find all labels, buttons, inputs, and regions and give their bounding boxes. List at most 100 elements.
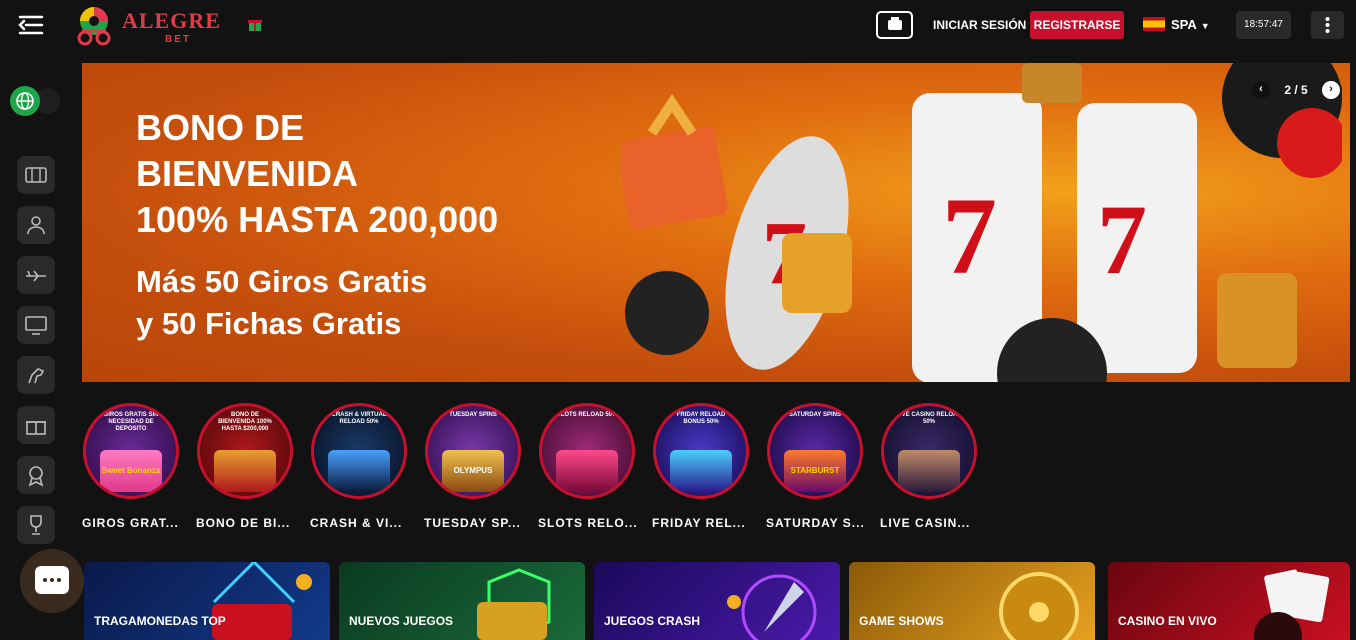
gift-icon[interactable] (247, 16, 263, 32)
sidebar-item-live-casino[interactable] (17, 206, 55, 244)
pager-label: 2 / 5 (1284, 83, 1308, 97)
promo-image: SLOTS RELOAD 50% (539, 403, 635, 499)
promo-label: SLOTS RELO... (538, 516, 638, 530)
logo[interactable]: ALEGRE BET (72, 5, 232, 47)
sidebar-item-horses[interactable] (17, 356, 55, 394)
promo-art (328, 450, 390, 492)
promo-tag: LIVE CASINO RELOAD 50% (896, 412, 962, 425)
promo-image: CRASH & VIRTUAL RELOAD 50% (311, 403, 407, 499)
airplane-icon (26, 270, 46, 282)
register-button[interactable]: REGISTRARSE (1030, 11, 1124, 39)
gift-icon (26, 421, 46, 435)
category-card-new[interactable]: NUEVOS JUEGOS (339, 562, 585, 640)
logo-icon (77, 7, 111, 46)
wallet-icon (888, 17, 902, 30)
chat-button[interactable] (20, 549, 84, 613)
wheel-icon (999, 572, 1079, 640)
banner-title: BONO DE BIENVENIDA 100% HASTA 200,000 (136, 107, 499, 240)
category-label: GAME SHOWS (859, 614, 944, 628)
globe-icon[interactable] (10, 86, 40, 116)
promo-label: FRIDAY REL... (652, 516, 746, 530)
sidebar-item-promotions[interactable] (17, 406, 55, 444)
menu-icon[interactable] (18, 13, 46, 37)
slot-reels-icon (212, 562, 312, 640)
tv-icon (25, 316, 47, 335)
top-bar: ALEGRE BET INICIAR SESIÓN REGISTRARSE SP… (0, 0, 1356, 50)
slot-machine-illustration: 7 7 7 (622, 63, 1342, 382)
promo-item[interactable]: FRIDAY RELOAD BONUS 50% FRIDAY REL... (652, 403, 750, 530)
sidebar-item-slots[interactable] (17, 156, 55, 194)
promo-image: SATURDAY SPINS STARBURST (767, 403, 863, 499)
sidebar-item-crash[interactable] (17, 256, 55, 294)
promo-tag: SLOTS RELOAD 50% (556, 412, 618, 418)
sidebar-item-loyalty[interactable] (17, 456, 55, 494)
sidebar-item-tournaments[interactable] (17, 506, 55, 544)
promo-image: BONO DE BIENVENIDA 100% HASTA $200,000 (197, 403, 293, 499)
category-card-crash[interactable]: JUEGOS CRASH (594, 562, 840, 640)
language-label: SPA (1171, 17, 1197, 32)
promo-item[interactable]: BONO DE BIENVENIDA 100% HASTA $200,000 B… (196, 403, 294, 530)
promo-tag: CRASH & VIRTUAL RELOAD 50% (331, 412, 387, 425)
rocket-icon (727, 574, 817, 640)
trophy-icon (30, 515, 42, 535)
promo-art (214, 450, 276, 492)
clock: 18:57:47 (1236, 11, 1291, 39)
promo-art: Sweet Bonanza 1000 (100, 450, 162, 492)
category-label: TRAGAMONEDAS TOP (94, 614, 226, 628)
horse-icon (28, 368, 45, 384)
promo-art: STARBURST (784, 450, 846, 492)
category-card-live-casino[interactable]: CASINO EN VIVO (1108, 562, 1350, 640)
promo-label: BONO DE BI... (196, 516, 291, 530)
badge-icon (28, 466, 44, 487)
playing-cards-icon (1254, 569, 1330, 640)
chevron-down-icon: ▼ (1200, 21, 1210, 31)
promo-label: TUESDAY SP... (424, 516, 521, 530)
category-card-slots[interactable]: TRAGAMONEDAS TOP (84, 562, 330, 640)
slot-machine-icon (477, 568, 551, 640)
promo-art (670, 450, 732, 492)
svg-text:7: 7 (1097, 184, 1147, 295)
promo-art: OLYMPUS (442, 450, 504, 492)
language-selector[interactable]: SPA ▼ (1143, 11, 1210, 39)
more-options-button[interactable] (1311, 11, 1344, 39)
promo-item[interactable]: SATURDAY SPINS STARBURST SATURDAY S... (766, 403, 864, 530)
promo-banner[interactable]: BONO DE BIENVENIDA 100% HASTA 200,000 Má… (82, 63, 1350, 382)
logo-sub: BET (165, 34, 191, 45)
promo-image: TUESDAY SPINS OLYMPUS (425, 403, 521, 499)
promo-tag: SATURDAY SPINS (789, 412, 841, 418)
promo-image: LIVE CASINO RELOAD 50% (881, 403, 977, 499)
category-label: JUEGOS CRASH (604, 614, 701, 628)
banner-subtitle: Más 50 Giros Gratis y 50 Fichas Gratis (136, 264, 428, 341)
promo-item[interactable]: SLOTS RELOAD 50% SLOTS RELO... (538, 403, 638, 530)
category-card-game-shows[interactable]: GAME SHOWS (849, 562, 1095, 640)
promo-tag: BONO DE BIENVENIDA 100% HASTA $200,000 (218, 412, 272, 432)
promo-item[interactable]: TUESDAY SPINS OLYMPUS TUESDAY SP... (424, 403, 522, 530)
next-arrow-icon[interactable]: › (1322, 81, 1340, 99)
promo-label: LIVE CASIN... (880, 516, 971, 530)
promo-label: GIROS GRAT... (82, 516, 179, 530)
svg-text:7: 7 (942, 175, 997, 297)
promo-tag: TUESDAY SPINS (449, 412, 497, 418)
chat-icon (35, 566, 69, 594)
category-label: CASINO EN VIVO (1118, 614, 1217, 628)
promo-art (898, 450, 960, 492)
spain-flag-icon (1143, 17, 1165, 31)
promo-label: CRASH & VI... (310, 516, 403, 530)
dealer-icon (27, 216, 45, 235)
logo-text: ALEGRE (122, 8, 221, 33)
promo-item[interactable]: LIVE CASINO RELOAD 50% LIVE CASIN... (880, 403, 978, 530)
login-button[interactable]: INICIAR SESIÓN (927, 11, 1032, 39)
slot-machine-icon (25, 167, 47, 183)
promo-item[interactable]: GIROS GRATIS SIN NECESIDAD DE DEPOSITO S… (82, 403, 180, 530)
carousel-pager: ‹ 2 / 5 › (1250, 79, 1342, 101)
category-label: NUEVOS JUEGOS (349, 614, 454, 628)
more-vertical-icon (1325, 17, 1330, 33)
promo-label: SATURDAY S... (766, 516, 865, 530)
prev-arrow-icon[interactable]: ‹ (1252, 81, 1270, 99)
promo-image: GIROS GRATIS SIN NECESIDAD DE DEPOSITO S… (83, 403, 179, 499)
promo-art (556, 450, 618, 492)
promo-image: FRIDAY RELOAD BONUS 50% (653, 403, 749, 499)
promo-item[interactable]: CRASH & VIRTUAL RELOAD 50% CRASH & VI... (310, 403, 408, 530)
wallet-button[interactable] (876, 11, 913, 39)
sidebar-item-virtual[interactable] (17, 306, 55, 344)
